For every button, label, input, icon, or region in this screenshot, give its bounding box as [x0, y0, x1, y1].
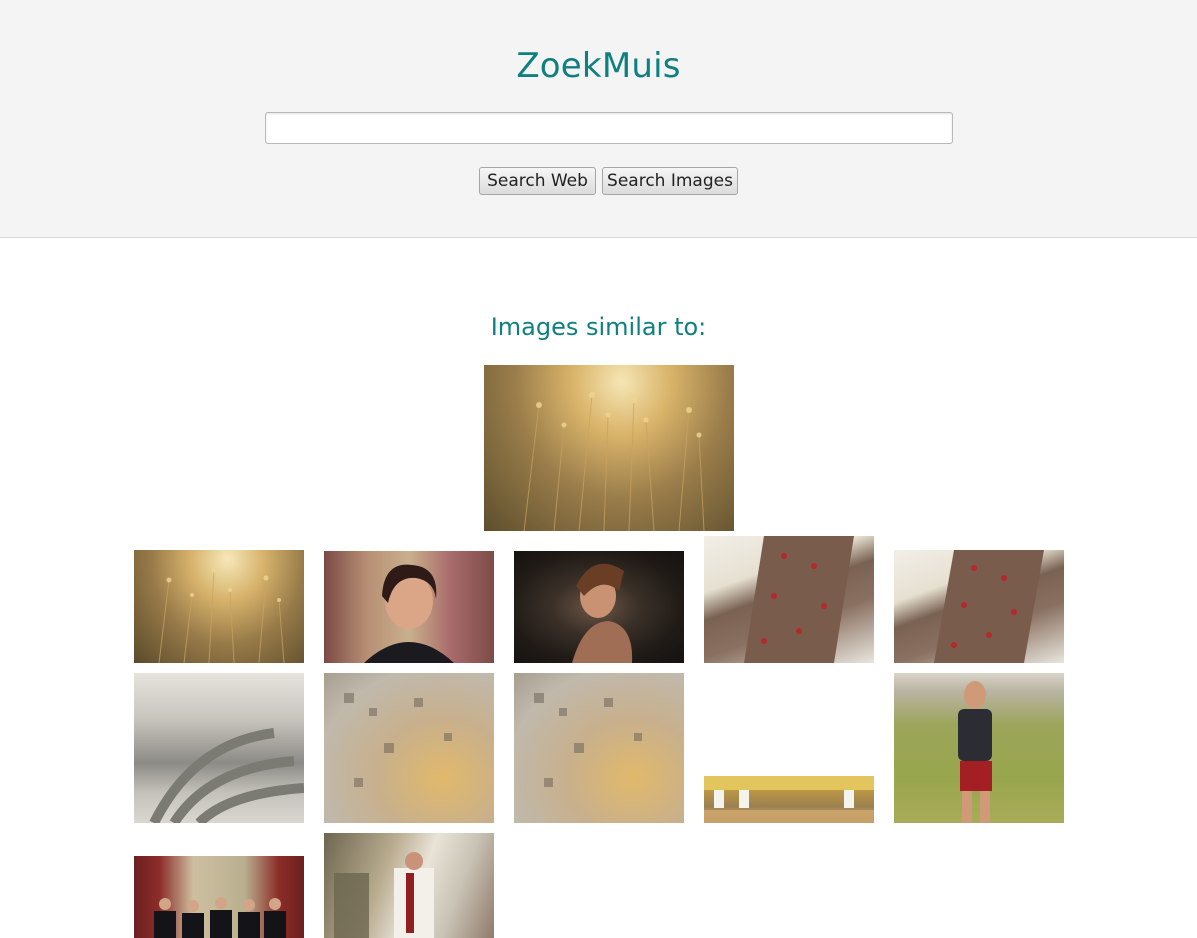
result-image-3[interactable] [514, 551, 684, 663]
result-image-7-texture [344, 693, 452, 787]
site-logo[interactable]: ZoekMuis [0, 46, 1197, 86]
result-image-7[interactable] [324, 673, 494, 823]
result-image-1[interactable] [134, 550, 304, 663]
result-image-8-texture [534, 693, 642, 787]
result-image-11-group [154, 897, 286, 938]
result-image-1-grass [158, 567, 285, 663]
result-image-12[interactable] [324, 833, 494, 938]
result-image-10[interactable] [894, 673, 1064, 823]
header: ZoekMuis Search Web Search Images [0, 0, 1197, 238]
search-web-button[interactable]: Search Web [479, 167, 596, 195]
result-image-2[interactable] [324, 551, 494, 663]
result-image-5[interactable] [894, 550, 1064, 663]
result-image-5-building [934, 550, 1044, 663]
result-image-11[interactable] [134, 856, 304, 938]
result-image-4[interactable] [704, 536, 874, 663]
query-image [484, 365, 734, 531]
query-image-grass [523, 392, 705, 531]
result-image-10-person [958, 681, 992, 823]
similar-images-title: Images similar to: [490, 313, 707, 341]
result-image-8[interactable] [514, 673, 684, 823]
result-image-9-hall [704, 776, 874, 823]
result-image-12-ceremony [334, 852, 434, 938]
result-image-2-portrait [364, 564, 454, 663]
result-image-3-portrait [572, 563, 633, 663]
result-image-6[interactable] [134, 673, 304, 823]
result-image-4-building [744, 536, 854, 663]
search-input[interactable] [265, 112, 953, 144]
result-image-9[interactable] [704, 776, 874, 823]
search-images-button[interactable]: Search Images [602, 167, 738, 195]
result-image-6-architecture [149, 728, 304, 823]
